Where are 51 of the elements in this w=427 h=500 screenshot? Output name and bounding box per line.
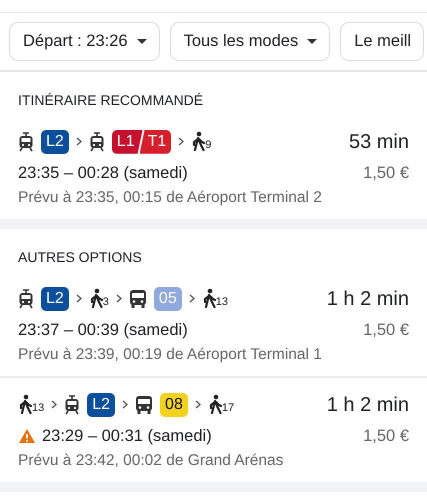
route-duration: 1 h 2 min [326,286,409,312]
chevron-icon [76,294,82,304]
section-title: AUTRES OPTIONS [17,248,143,267]
chevron-icon [122,400,128,410]
route-price: 1,50 € [363,162,409,184]
tram-icon [64,394,80,415]
walk-minutes: 17 [222,401,234,416]
walking-person-icon [18,394,32,416]
route-schedule-note: Prévu à 23:35, 00:15 de Aéroport Terminal 2 [18,188,323,208]
walking-person-icon [202,288,216,310]
route-price: 1,50 € [363,426,409,447]
bus-icon [128,288,147,309]
walking-person-icon [208,394,222,416]
walk-minutes: 9 [205,138,212,154]
section-title: ITINÉRAIRE RECOMMANDÉ [17,90,204,110]
walking-person-icon [191,130,206,153]
tram-icon [88,132,105,152]
chevron-icon [188,294,195,304]
walking-person-icon [88,288,103,310]
tram-icon [18,132,34,152]
chevron-icon [194,400,201,410]
route-duration: 1 h 2 min [326,392,409,418]
filter-chip[interactable]: Le meill [340,22,424,61]
line-badge: L2 [41,286,69,311]
walk-minutes: 13 [32,401,44,416]
route-times: 23:35 – 00:28 (samedi) [18,162,188,184]
route-schedule-note: Prévu à 23:42, 00:02 de Grand Arénas [18,450,284,470]
chevron-icon [178,137,184,146]
bus-icon [135,394,154,415]
route-price: 1,50 € [363,320,409,341]
warning-icon [18,428,36,444]
filter-chip[interactable]: Départ : 23:26 [9,22,160,61]
route-times: 23:37 – 00:39 (samedi) [18,320,188,341]
route-duration: 53 min [348,130,409,155]
caret-icon [136,38,147,44]
line-badge: L2 [41,130,69,154]
line-badge: 08 [160,392,188,417]
line-badge: T1 [140,130,172,154]
route-schedule-note: Prévu à 23:39, 00:19 de Aéroport Terminal 1 [18,344,323,364]
route-times: 23:29 – 00:31 (samedi) [42,426,212,447]
chevron-icon [76,137,82,146]
filter-chip[interactable]: Tous les modes [170,22,330,61]
tram-icon [18,288,34,309]
walk-minutes: 13 [216,295,228,310]
chevron-icon [51,400,58,410]
walk-minutes: 3 [102,295,109,310]
line-badge: L1 [112,130,143,154]
line-badge: 05 [154,286,182,311]
caret-icon [307,38,318,44]
chevron-icon [116,294,122,304]
line-badge: L2 [87,392,116,417]
